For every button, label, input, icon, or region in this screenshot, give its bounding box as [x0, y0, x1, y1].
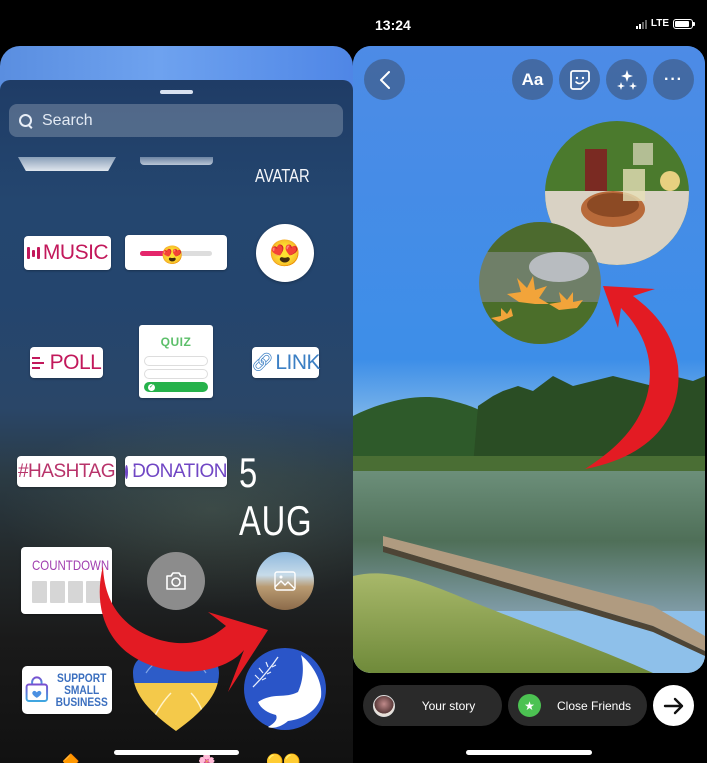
- lilies-photo: [479, 222, 601, 344]
- sticker-countdown-label: COUNTDOWN: [32, 557, 110, 573]
- sticker-quiz[interactable]: QUIZ ✓: [139, 325, 213, 398]
- arrow-right-icon: [663, 697, 683, 714]
- sticker-quiz-label: QUIZ: [160, 335, 192, 349]
- sticker-search-bar[interactable]: [9, 104, 343, 137]
- network-type: LTE: [650, 18, 669, 29]
- sticker-ukraine-heart[interactable]: [131, 653, 221, 733]
- sticker-photo-lilies[interactable]: [479, 222, 601, 344]
- quiz-option-correct: ✓: [144, 382, 208, 392]
- more-options-button[interactable]: ···: [653, 59, 694, 100]
- heart-icon: [125, 464, 140, 479]
- your-story-button[interactable]: Your story: [363, 685, 502, 726]
- signal-icon: [635, 19, 647, 29]
- sticker-poll[interactable]: POLL: [30, 347, 103, 378]
- sticker-hashtag-label: #HASHTAG: [17, 460, 116, 482]
- sticker-icon: [569, 69, 590, 90]
- sticker-camera[interactable]: [147, 552, 205, 610]
- close-friends-button[interactable]: ★ Close Friends: [508, 685, 647, 726]
- status-time: 13:24: [375, 17, 411, 33]
- link-icon: 🔗︎: [250, 352, 274, 372]
- story-editor-screen: 13:24 LTE Aa ··· Your story ★ Close Frie…: [353, 0, 707, 763]
- sticker-support-small-business[interactable]: SUPPORT SMALL BUSINESS: [22, 666, 112, 714]
- sticker-support-label: SUPPORT SMALL BUSINESS: [55, 671, 108, 709]
- status-indicators: LTE: [635, 18, 695, 29]
- sticker-link[interactable]: 🔗︎ LINK: [250, 347, 321, 378]
- sticker-cropped-1[interactable]: [18, 157, 116, 171]
- sticker-donation[interactable]: DONATION: [125, 456, 227, 487]
- effects-button[interactable]: [606, 59, 647, 100]
- sticker-tool-button[interactable]: [559, 59, 600, 100]
- sticker-peek-1: 🔶: [62, 753, 80, 763]
- sticker-donation-label: DONATION: [132, 460, 227, 482]
- shopping-bag-icon: [25, 676, 49, 703]
- sticker-music[interactable]: MUSIC: [24, 236, 111, 270]
- story-canvas[interactable]: Aa ···: [353, 46, 705, 673]
- home-indicator: [114, 750, 239, 755]
- sticker-photo[interactable]: [256, 552, 314, 610]
- sticker-cropped-2[interactable]: [140, 157, 213, 165]
- quiz-option: [144, 369, 208, 379]
- sheet-grabber-handle[interactable]: [160, 90, 193, 94]
- star-icon: ★: [518, 694, 541, 717]
- close-friends-label: Close Friends: [556, 698, 632, 713]
- sticker-hashtag[interactable]: #HASHTAG: [17, 456, 116, 487]
- heart-eyes-emoji-icon: 😍: [268, 237, 302, 268]
- sticker-emoji-slider[interactable]: 😍: [125, 235, 227, 270]
- sticker-peek-3: 🟡🟡: [266, 753, 301, 763]
- more-icon: ···: [664, 70, 683, 88]
- sparkles-icon: [616, 69, 637, 90]
- sticker-music-label: MUSIC: [42, 241, 109, 264]
- camera-icon: [166, 572, 186, 590]
- music-icon: [26, 247, 40, 259]
- countdown-digits: [32, 581, 101, 603]
- share-destinations: Your story ★ Close Friends: [363, 685, 647, 726]
- sticker-tray-screen: AVATAR MUSIC 😍 😍 POLL QUIZ ✓ 🔗︎ LINK #HA…: [0, 0, 353, 763]
- poll-icon: [31, 356, 44, 369]
- next-button[interactable]: [653, 685, 694, 726]
- text-tool-button[interactable]: Aa: [512, 59, 553, 100]
- heart-eyes-emoji-icon: 😍: [161, 245, 184, 265]
- text-tool-label: Aa: [521, 69, 544, 89]
- sticker-search-input[interactable]: [42, 111, 322, 130]
- sticker-emoji-reaction[interactable]: 😍: [256, 224, 314, 282]
- image-icon: [274, 571, 296, 591]
- sticker-peace-dove[interactable]: [243, 647, 328, 732]
- battery-icon: [673, 18, 695, 29]
- check-icon: ✓: [148, 384, 155, 391]
- quiz-option: [144, 356, 208, 366]
- search-icon: [19, 113, 33, 128]
- sticker-avatar[interactable]: AVATAR: [255, 166, 310, 187]
- sticker-link-label: LINK: [275, 350, 321, 374]
- home-indicator: [466, 750, 592, 755]
- sticker-countdown[interactable]: COUNTDOWN: [21, 547, 112, 614]
- back-button[interactable]: [364, 59, 405, 100]
- slider-track: 😍: [140, 245, 212, 265]
- sticker-date[interactable]: 5 AUG: [239, 449, 328, 545]
- your-story-label: Your story: [421, 698, 476, 713]
- sticker-poll-label: POLL: [49, 350, 102, 374]
- chevron-left-icon: [379, 70, 390, 89]
- avatar: [373, 694, 395, 717]
